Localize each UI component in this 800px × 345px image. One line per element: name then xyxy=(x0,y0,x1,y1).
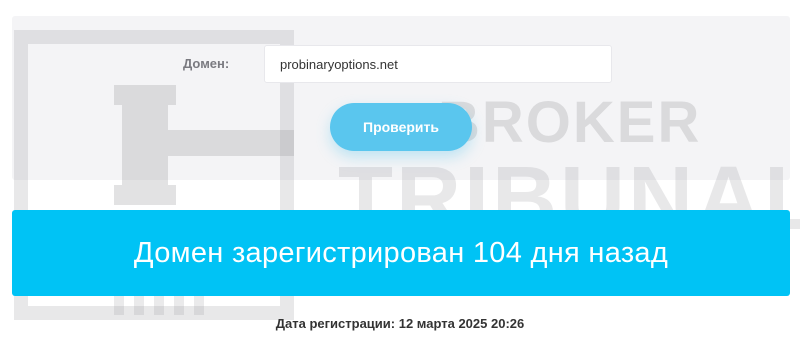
check-button[interactable]: Проверить xyxy=(330,103,472,151)
registration-date: Дата регистрации: 12 марта 2025 20:26 xyxy=(275,316,525,331)
result-message: Домен зарегистрирован 104 дня назад xyxy=(133,236,669,269)
result-banner: Домен зарегистрирован 104 дня назад xyxy=(12,210,790,296)
domain-input[interactable] xyxy=(264,45,612,83)
domain-label: Домен: xyxy=(183,56,230,71)
domain-check-page: BROKER TRIBUNAL Домен: Проверить Домен з… xyxy=(0,0,800,345)
domain-form-panel xyxy=(12,16,790,180)
